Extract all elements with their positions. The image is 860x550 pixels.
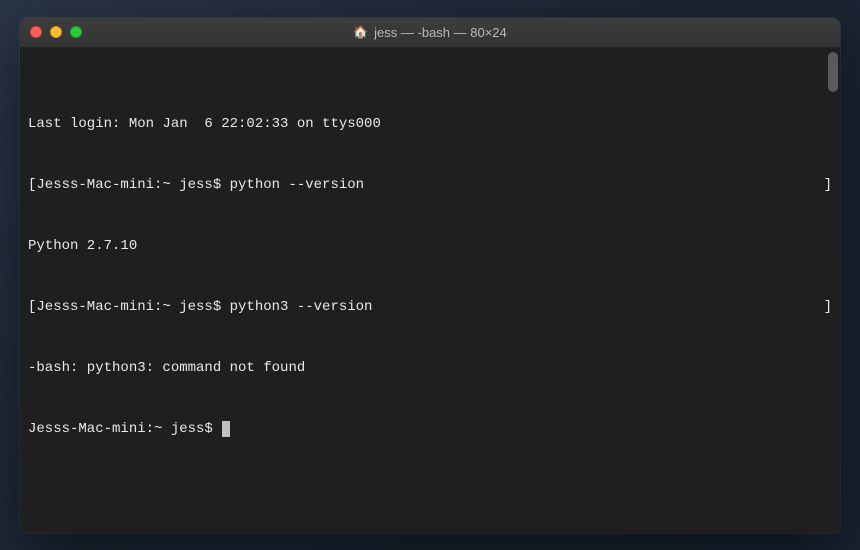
close-button[interactable] [30,26,42,38]
window-title: 🏠 jess — -bash — 80×24 [20,25,840,40]
line-end-bracket: ] [824,175,832,195]
maximize-button[interactable] [70,26,82,38]
window-title-text: jess — -bash — 80×24 [374,25,507,40]
output-line: -bash: python3: command not found [28,358,832,378]
prompt-line: [Jesss-Mac-mini:~ jess$ python --version… [28,175,832,195]
scrollbar-thumb[interactable] [828,52,838,92]
line-end-bracket: ] [824,297,832,317]
prompt-text: [Jesss-Mac-mini:~ jess$ python3 --versio… [28,297,372,317]
prompt-text: [Jesss-Mac-mini:~ jess$ python --version [28,175,364,195]
title-bar[interactable]: 🏠 jess — -bash — 80×24 [20,18,840,48]
terminal-window: 🏠 jess — -bash — 80×24 Last login: Mon J… [20,18,840,533]
prompt-line: [Jesss-Mac-mini:~ jess$ python3 --versio… [28,297,832,317]
prompt-text: Jesss-Mac-mini:~ jess$ [28,421,221,437]
prompt-current: Jesss-Mac-mini:~ jess$ [28,419,832,439]
output-line: Last login: Mon Jan 6 22:02:33 on ttys00… [28,114,832,134]
minimize-button[interactable] [50,26,62,38]
home-icon: 🏠 [353,25,368,40]
terminal-body[interactable]: Last login: Mon Jan 6 22:02:33 on ttys00… [20,48,840,533]
output-line: Python 2.7.10 [28,236,832,256]
text-cursor [222,421,230,437]
traffic-lights [30,26,82,38]
